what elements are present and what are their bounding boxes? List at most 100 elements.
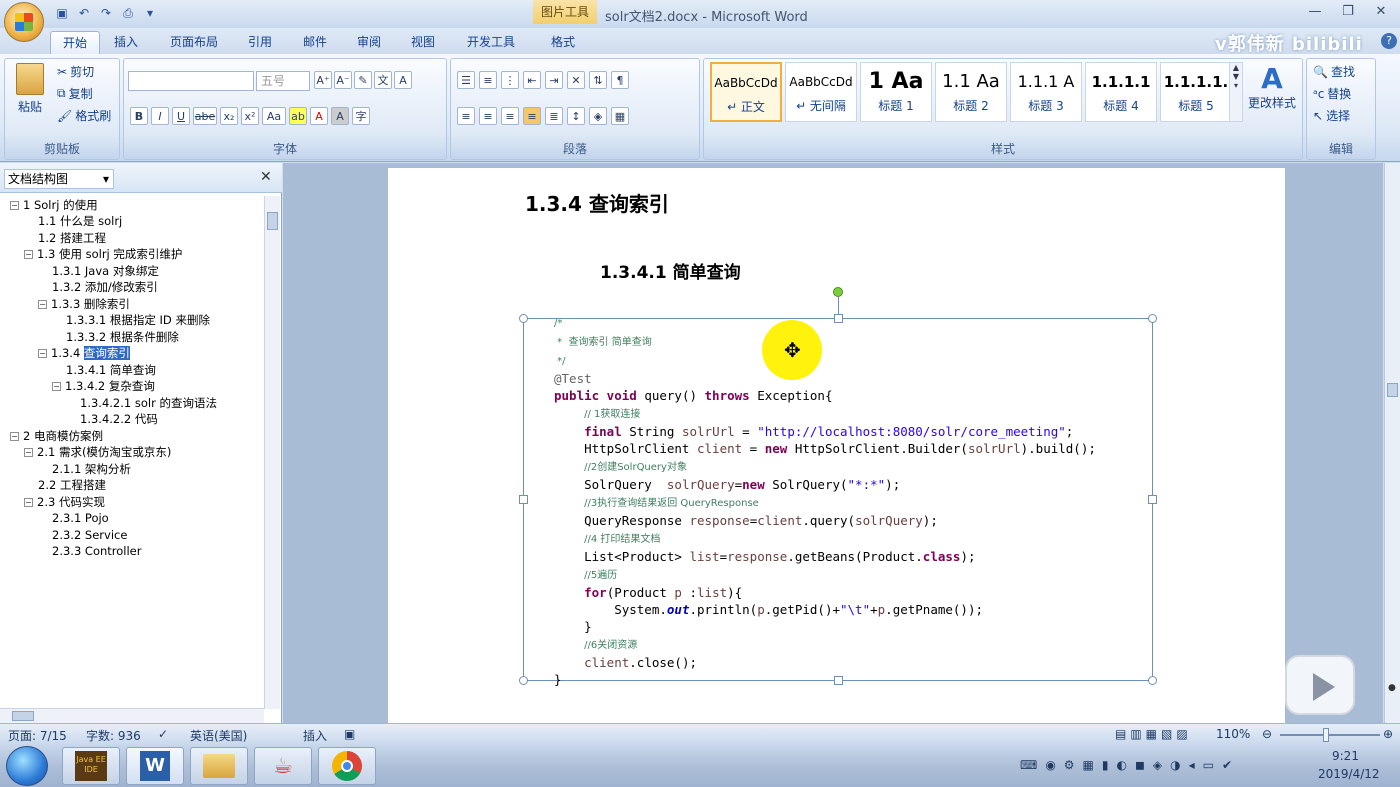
enclose-char-icon[interactable]: 字 <box>352 107 370 125</box>
tab-home[interactable]: 开始 <box>50 31 100 54</box>
zoom-in-icon[interactable]: ⊕ <box>1383 727 1393 741</box>
format-painter-button[interactable]: 🖌 格式刷 <box>57 107 111 124</box>
taskbar-app-chrome[interactable] <box>318 747 376 785</box>
taskbar-app-explorer[interactable] <box>190 747 248 785</box>
change-styles-button[interactable]: A 更改样式 <box>1246 64 1298 111</box>
resize-handle-ne[interactable] <box>1148 314 1157 323</box>
multilevel-list-icon[interactable]: ⋮ <box>501 71 519 89</box>
tree-node[interactable]: 1.3.3.2 根据条件删除 <box>66 329 179 345</box>
shrink-font-icon[interactable]: A⁻ <box>334 71 352 89</box>
zoom-out-icon[interactable]: ⊖ <box>1262 727 1272 741</box>
resize-handle-s[interactable] <box>834 676 843 685</box>
tree-node[interactable]: 2.3.2 Service <box>52 527 127 543</box>
qat-dropdown-icon[interactable]: ▾ <box>142 5 158 21</box>
tree-node[interactable]: 1.3.4.2.1 solr 的查询语法 <box>80 395 217 411</box>
distributed-icon[interactable]: ≣ <box>545 107 563 125</box>
close-button[interactable]: ✕ <box>1368 4 1394 22</box>
maximize-button[interactable]: ❐ <box>1335 4 1361 22</box>
style-heading-3[interactable]: 1.1.1 A 标题 3 <box>1010 62 1082 122</box>
tree-node[interactable]: 1.3.4.2.2 代码 <box>80 411 158 427</box>
spelling-check-icon[interactable]: ✓ <box>158 727 168 741</box>
change-case-icon[interactable]: Aa <box>262 107 286 125</box>
video-play-button[interactable] <box>1285 655 1355 715</box>
resize-handle-n[interactable] <box>834 314 843 323</box>
grow-font-icon[interactable]: A⁺ <box>314 71 332 89</box>
tree-node[interactable]: 2.3.1 Pojo <box>52 510 109 526</box>
tab-references[interactable]: 引用 <box>240 31 280 54</box>
highlight-icon[interactable]: ab <box>289 107 307 125</box>
zoom-slider[interactable] <box>1280 734 1380 736</box>
nav-view-select[interactable]: 文档结构图 ▾ <box>4 169 114 189</box>
nav-vertical-scrollbar[interactable] <box>264 196 280 709</box>
align-right-icon[interactable]: ≡ <box>501 107 519 125</box>
tree-node[interactable]: −2.1 需求(模仿淘宝或京东) <box>24 444 171 460</box>
zoom-slider-thumb[interactable] <box>1323 728 1329 742</box>
tree-node[interactable]: −1.3.4.2 复杂查询 <box>52 378 155 394</box>
show-marks-icon[interactable]: ¶ <box>611 71 629 89</box>
tab-view[interactable]: 视图 <box>403 31 443 54</box>
taskbar-app-java-ee-ide[interactable]: Java EE IDE <box>62 747 120 785</box>
underline-icon[interactable]: U <box>172 107 190 125</box>
bullets-icon[interactable]: ☰ <box>457 71 475 89</box>
start-button[interactable] <box>6 746 48 786</box>
tree-node[interactable]: −1.3.3 删除索引 <box>38 296 130 312</box>
resize-handle-se[interactable] <box>1148 676 1157 685</box>
taskbar-app-java[interactable]: ☕ <box>254 747 312 785</box>
insert-mode[interactable]: 插入 <box>303 727 327 744</box>
minimize-button[interactable]: — <box>1302 4 1328 22</box>
style-normal[interactable]: AaBbCcDd ↵ 正文 <box>710 62 782 122</box>
system-tray-icons[interactable]: ⌨◉⚙▦▮◐◼◈◑◂▭✔ <box>1020 758 1240 772</box>
nav-scroll-thumb[interactable] <box>267 212 278 230</box>
rotate-handle[interactable] <box>833 287 843 297</box>
tab-format[interactable]: 格式 <box>543 31 583 54</box>
resize-handle-e[interactable] <box>1148 495 1157 504</box>
language-indicator[interactable]: 英语(美国) <box>190 727 247 744</box>
select-button[interactable]: ↖ 选择 <box>1313 107 1350 124</box>
tree-node[interactable]: −2 电商模仿案例 <box>10 428 103 444</box>
tab-insert[interactable]: 插入 <box>106 31 146 54</box>
style-no-spacing[interactable]: AaBbCcDd ↵ 无间隔 <box>785 62 857 122</box>
sort-icon[interactable]: ⇅ <box>589 71 607 89</box>
clear-format-icon[interactable]: ✎ <box>354 71 372 89</box>
line-spacing-icon[interactable]: ↕ <box>567 107 585 125</box>
nav-hscroll-thumb[interactable] <box>12 711 34 721</box>
char-shading-icon[interactable]: A <box>331 107 349 125</box>
nav-horizontal-scrollbar[interactable] <box>0 708 264 723</box>
taskbar-app-word[interactable]: W <box>126 747 184 785</box>
superscript-icon[interactable]: x² <box>241 107 259 125</box>
word-count[interactable]: 字数: 936 <box>86 727 141 744</box>
tree-node[interactable]: −2.3 代码实现 <box>24 494 105 510</box>
redo-icon[interactable]: ↷ <box>98 5 114 21</box>
phonetic-guide-icon[interactable]: 文 <box>374 71 392 89</box>
tab-mailings[interactable]: 邮件 <box>295 31 335 54</box>
font-name-combo[interactable] <box>128 71 254 91</box>
clock-time[interactable]: 9:21 <box>1332 749 1359 763</box>
subscript-icon[interactable]: x₂ <box>220 107 238 125</box>
resize-handle-w[interactable] <box>519 495 528 504</box>
numbering-icon[interactable]: ≡ <box>479 71 497 89</box>
font-size-combo[interactable]: 五号 <box>256 71 310 91</box>
office-button[interactable] <box>4 2 44 42</box>
clock-date[interactable]: 2019/4/12 <box>1318 767 1380 781</box>
tree-node[interactable]: 1.3.2 添加/修改索引 <box>52 279 158 295</box>
chinese-layout-icon[interactable]: ✕ <box>567 71 585 89</box>
font-color-icon[interactable]: A <box>310 107 328 125</box>
tree-node[interactable]: 1.3.4.1 简单查询 <box>66 362 156 378</box>
tree-node[interactable]: 1.2 搭建工程 <box>38 230 106 246</box>
justify-icon[interactable]: ≡ <box>523 107 541 125</box>
close-pane-icon[interactable]: ✕ <box>260 169 272 185</box>
style-heading-4[interactable]: 1.1.1.1 标题 4 <box>1085 62 1157 122</box>
tab-page-layout[interactable]: 页面布局 <box>162 31 226 54</box>
tree-node[interactable]: −1.3 使用 solrj 完成索引维护 <box>24 246 182 262</box>
tree-node[interactable]: 2.2 工程搭建 <box>38 477 106 493</box>
char-border-icon[interactable]: A <box>394 71 412 89</box>
align-center-icon[interactable]: ≡ <box>479 107 497 125</box>
italic-icon[interactable]: I <box>151 107 169 125</box>
tree-node[interactable]: 1.1 什么是 solrj <box>38 213 122 229</box>
tree-node[interactable]: 2.3.3 Controller <box>52 543 141 559</box>
view-buttons[interactable]: ▤▥▦▧▨ <box>1115 727 1192 741</box>
paste-button[interactable]: 粘贴 <box>11 63 49 115</box>
document-vertical-scrollbar[interactable]: ● <box>1384 163 1400 723</box>
undo-icon[interactable]: ↶ <box>76 5 92 21</box>
document-scroll-thumb[interactable] <box>1387 383 1398 397</box>
